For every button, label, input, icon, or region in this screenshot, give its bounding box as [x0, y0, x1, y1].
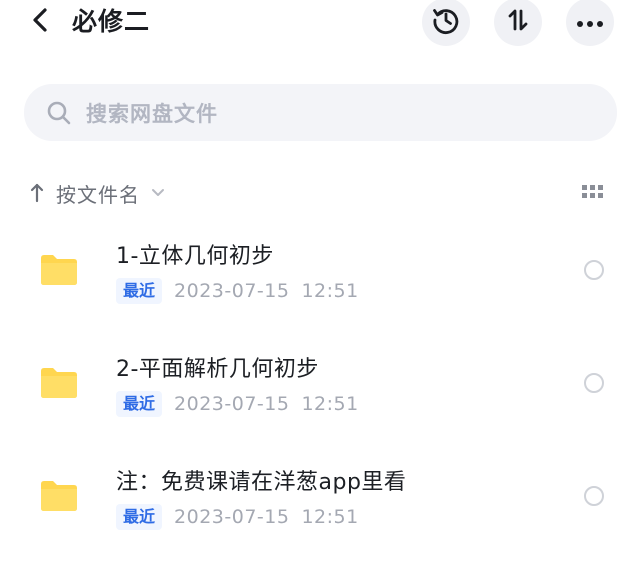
file-row[interactable]: 1-立体几何初步 最近 2023-07-15 12:51 [0, 228, 640, 328]
more-button[interactable] [566, 0, 614, 46]
file-row[interactable]: 注：免费课请在洋葱app里看 最近 2023-07-15 12:51 [0, 454, 640, 554]
search-input[interactable]: 搜索网盘文件 [24, 84, 617, 141]
chevron-left-icon [31, 7, 49, 37]
back-button[interactable] [24, 6, 56, 38]
page-title: 必修二 [72, 7, 151, 36]
header: 必修二 [0, 0, 640, 46]
sort-selector[interactable]: 按文件名 [28, 176, 166, 210]
sort-label: 按文件名 [56, 182, 140, 207]
search-icon [46, 100, 72, 126]
file-meta: 最近 2023-07-15 12:51 [116, 504, 359, 530]
select-checkbox[interactable] [584, 486, 604, 506]
file-time: 12:51 [301, 506, 359, 528]
file-date: 2023-07-15 [174, 506, 290, 528]
file-meta: 最近 2023-07-15 12:51 [116, 391, 359, 417]
file-row[interactable]: 2-平面解析几何初步 最近 2023-07-15 12:51 [0, 341, 640, 441]
file-name: 2-平面解析几何初步 [116, 357, 319, 382]
history-icon [431, 5, 461, 39]
history-button[interactable] [422, 0, 470, 46]
file-date: 2023-07-15 [174, 280, 290, 302]
file-time: 12:51 [301, 393, 359, 415]
folder-icon [38, 478, 80, 514]
arrow-up-icon [28, 181, 46, 205]
view-toggle-button[interactable] [580, 182, 606, 206]
select-checkbox[interactable] [584, 260, 604, 280]
chevron-down-icon [150, 185, 166, 201]
grid-view-icon [581, 184, 605, 204]
folder-icon [38, 365, 80, 401]
file-date: 2023-07-15 [174, 393, 290, 415]
search-placeholder: 搜索网盘文件 [86, 101, 218, 126]
file-name: 注：免费课请在洋葱app里看 [116, 470, 407, 495]
more-icon [576, 13, 604, 32]
select-checkbox[interactable] [584, 373, 604, 393]
sort-icon [504, 6, 532, 38]
sort-button[interactable] [494, 0, 542, 46]
file-time: 12:51 [301, 280, 359, 302]
recent-badge: 最近 [116, 278, 163, 304]
folder-icon [38, 252, 80, 288]
file-meta: 最近 2023-07-15 12:51 [116, 278, 359, 304]
recent-badge: 最近 [116, 504, 163, 530]
file-name: 1-立体几何初步 [116, 244, 274, 269]
recent-badge: 最近 [116, 391, 163, 417]
